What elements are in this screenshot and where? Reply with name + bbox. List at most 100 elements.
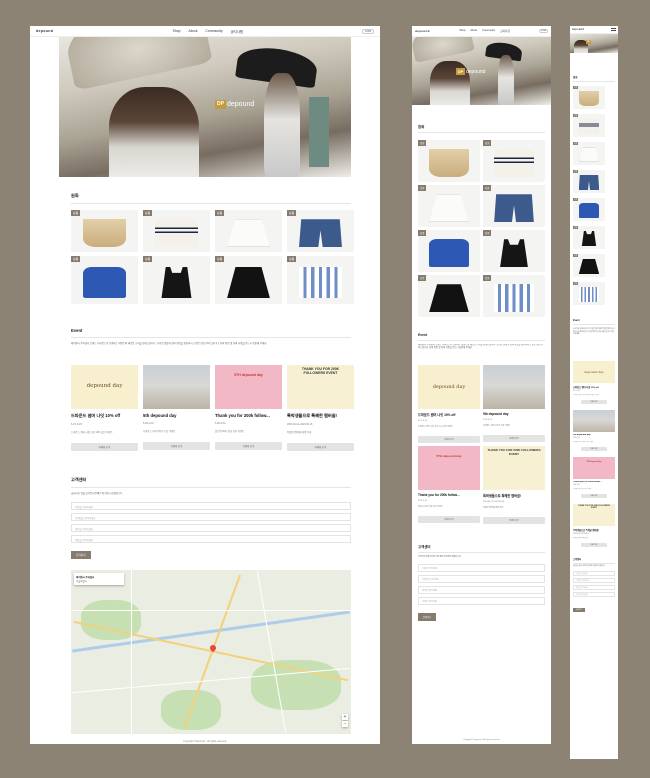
email-field[interactable]: 이메일을 입력하세요 <box>418 574 545 583</box>
event-detail-button[interactable]: 자세히 보기 <box>418 516 480 523</box>
product-card[interactable]: 상품 <box>573 198 605 221</box>
event-card[interactable]: 5TH depound day Thank you for 200k follo… <box>418 446 480 524</box>
subject-field[interactable]: 제목을 입력하세요 <box>71 524 351 533</box>
map[interactable]: 에이엔시 주식회사 서울특별시 + − <box>71 570 351 735</box>
product-card[interactable]: 상품 <box>287 256 354 304</box>
nav-shop[interactable]: Shop <box>459 29 465 33</box>
email-field[interactable]: 이메일을 입력하세요 <box>573 578 615 584</box>
nav-about[interactable]: About <box>470 29 477 33</box>
subject-field[interactable]: 제목을 입력하세요 <box>573 585 615 591</box>
products-section: 원화 상품 상품 상품 상품 상품 상품 상품 상품 <box>573 75 615 305</box>
event-detail-button[interactable]: 자세히 보기 <box>483 435 545 442</box>
event-detail-button[interactable]: 자세히 보기 <box>581 447 607 451</box>
subject-field[interactable]: 제목을 입력하세요 <box>418 585 545 594</box>
product-card[interactable]: 상품 <box>287 210 354 252</box>
map-address: 서울특별시 <box>76 580 87 584</box>
product-card[interactable]: 상품 <box>71 256 138 304</box>
product-card[interactable]: 상품 <box>418 230 480 272</box>
email-field[interactable]: 이메일을 입력하세요 <box>71 513 351 522</box>
logo[interactable]: depound <box>36 29 53 33</box>
event-detail-button[interactable]: 자세히 보기 <box>71 443 138 451</box>
name-field[interactable]: 이름을 입력하세요 <box>573 571 615 577</box>
product-card[interactable]: 상품 <box>573 282 605 305</box>
event-card-date: 6.27~6.29 <box>418 420 427 422</box>
event-card[interactable]: THANK YOU FOR 200K FOLLOWERS EVENT 특박생들으… <box>483 446 545 524</box>
product-card[interactable]: 상품 <box>418 140 480 182</box>
striped-tee-icon <box>155 219 198 247</box>
product-card[interactable]: 상품 <box>143 210 210 252</box>
event-image <box>483 365 545 409</box>
nav-notice[interactable]: 공지사항 <box>500 29 510 33</box>
event-detail-button[interactable]: 자세히 보기 <box>418 436 480 443</box>
event-card[interactable]: 5th depound day 5.28~6.01 디파운드 데이 5주년 기념… <box>573 410 615 451</box>
product-card[interactable]: 상품 <box>483 185 545 227</box>
event-detail-button[interactable]: 자세히 보기 <box>483 517 545 524</box>
zoom-in-button[interactable]: + <box>342 714 348 721</box>
language-select[interactable]: KOR <box>362 28 374 34</box>
product-card[interactable]: 상품 <box>573 170 605 193</box>
logo[interactable]: depound <box>415 29 430 33</box>
product-card[interactable]: 상품 <box>483 275 545 317</box>
hamburger-menu-icon[interactable] <box>611 28 616 31</box>
tote-bag-icon <box>578 91 600 107</box>
product-card[interactable]: 상품 <box>573 86 605 109</box>
language-select[interactable]: KOR <box>539 29 548 33</box>
support-title: 고객센터 <box>573 559 582 561</box>
event-detail-button[interactable]: 자세히 보기 <box>215 442 282 450</box>
black-skirt-icon <box>227 266 270 299</box>
product-card[interactable]: 상품 <box>71 210 138 252</box>
umbrella-image <box>412 37 475 63</box>
product-card[interactable]: 상품 <box>483 230 545 272</box>
product-card[interactable]: 상품 <box>418 185 480 227</box>
event-card[interactable]: depound day 드파운드 썸머 나잇 10% off 6.27~6.29… <box>573 361 615 404</box>
event-card-date: 5.28~6.01 <box>483 419 492 421</box>
zoom-out-button[interactable]: − <box>342 721 348 728</box>
nav-shop[interactable]: Shop <box>173 29 181 34</box>
event-image: THANK YOU FOR 200K FOLLOWERS EVENT <box>483 446 545 490</box>
event-card[interactable]: 5th depound day 5.28~6.01 디파운드 데이 5주년 기념… <box>483 365 545 443</box>
name-field[interactable]: 이름을 입력하세요 <box>418 563 545 572</box>
event-detail-button[interactable]: 자세히 보기 <box>143 442 210 450</box>
event-detail-button[interactable]: 자세히 보기 <box>581 543 607 547</box>
event-card[interactable]: 5th depound day 5.28~6.01 디파운드 데이 5주년 기념… <box>143 365 210 451</box>
product-card[interactable]: 상품 <box>573 142 605 165</box>
product-card[interactable]: 상품 <box>573 226 605 249</box>
logo[interactable]: depound <box>572 28 584 31</box>
submit-button[interactable]: 문의하기 <box>71 551 91 560</box>
product-card[interactable]: 상품 <box>215 256 282 304</box>
event-card[interactable]: THANK YOU FOR 200K FOLLOWERS EVENT 특박생들으… <box>287 365 354 451</box>
event-card[interactable]: depound day 드파운드 썸머 나잇 10% off 6.27~6.29… <box>71 365 138 451</box>
product-card[interactable]: 상품 <box>143 256 210 304</box>
product-card[interactable]: 상품 <box>418 275 480 317</box>
event-detail-button[interactable]: 자세히 보기 <box>287 443 354 451</box>
event-detail-button[interactable]: 자세히 보기 <box>581 494 607 498</box>
product-card[interactable]: 상품 <box>215 210 282 252</box>
support-title: 고객센터 <box>71 477 87 482</box>
product-tag: 상품 <box>287 210 297 216</box>
message-field[interactable]: 내용을 입력하세요 <box>71 535 351 544</box>
event-card-title: 드파운드 썸머 나잇 10% off <box>71 413 121 418</box>
event-card-desc: 드파운드 썸머 나잇 기념 10% 할인 이벤트 <box>573 395 600 396</box>
message-field[interactable]: 내용을 입력하세요 <box>573 592 615 598</box>
submit-button[interactable]: 문의하기 <box>573 608 585 613</box>
event-card[interactable]: THANK YOU FOR 200K FOLLOWERS EVENT 특박생들으… <box>573 504 615 547</box>
nav-community[interactable]: Community <box>205 29 222 34</box>
event-card[interactable]: depound day 드파운드 썸머 나잇 10% off 6.27~6.29… <box>418 365 480 443</box>
nav-community[interactable]: Community <box>482 29 495 33</box>
product-card[interactable]: 상품 <box>573 254 605 277</box>
product-grid: 상품 상품 상품 상품 상품 상품 상품 상품 <box>573 86 615 305</box>
nav-about[interactable]: About <box>189 29 198 34</box>
product-card[interactable]: 상품 <box>573 114 605 137</box>
door-image <box>309 97 329 167</box>
event-image: THANK YOU FOR 200K FOLLOWERS EVENT <box>573 504 615 526</box>
product-card[interactable]: 상품 <box>483 140 545 182</box>
message-field[interactable]: 내용을 입력하세요 <box>418 596 545 605</box>
event-image-caption: THANK YOU FOR 200K FOLLOWERS EVENT <box>578 505 610 510</box>
event-card[interactable]: 5TH depound day Thank you for 200k follo… <box>215 365 282 451</box>
event-detail-button[interactable]: 자세히 보기 <box>581 400 607 404</box>
event-card[interactable]: 5TH depound day Thank you for 200k follo… <box>573 457 615 498</box>
product-tag: 상품 <box>418 275 427 281</box>
nav-notice[interactable]: 공지사항 <box>231 29 243 34</box>
name-field[interactable]: 이름을 입력하세요 <box>71 502 351 511</box>
submit-button[interactable]: 문의하기 <box>418 612 437 621</box>
